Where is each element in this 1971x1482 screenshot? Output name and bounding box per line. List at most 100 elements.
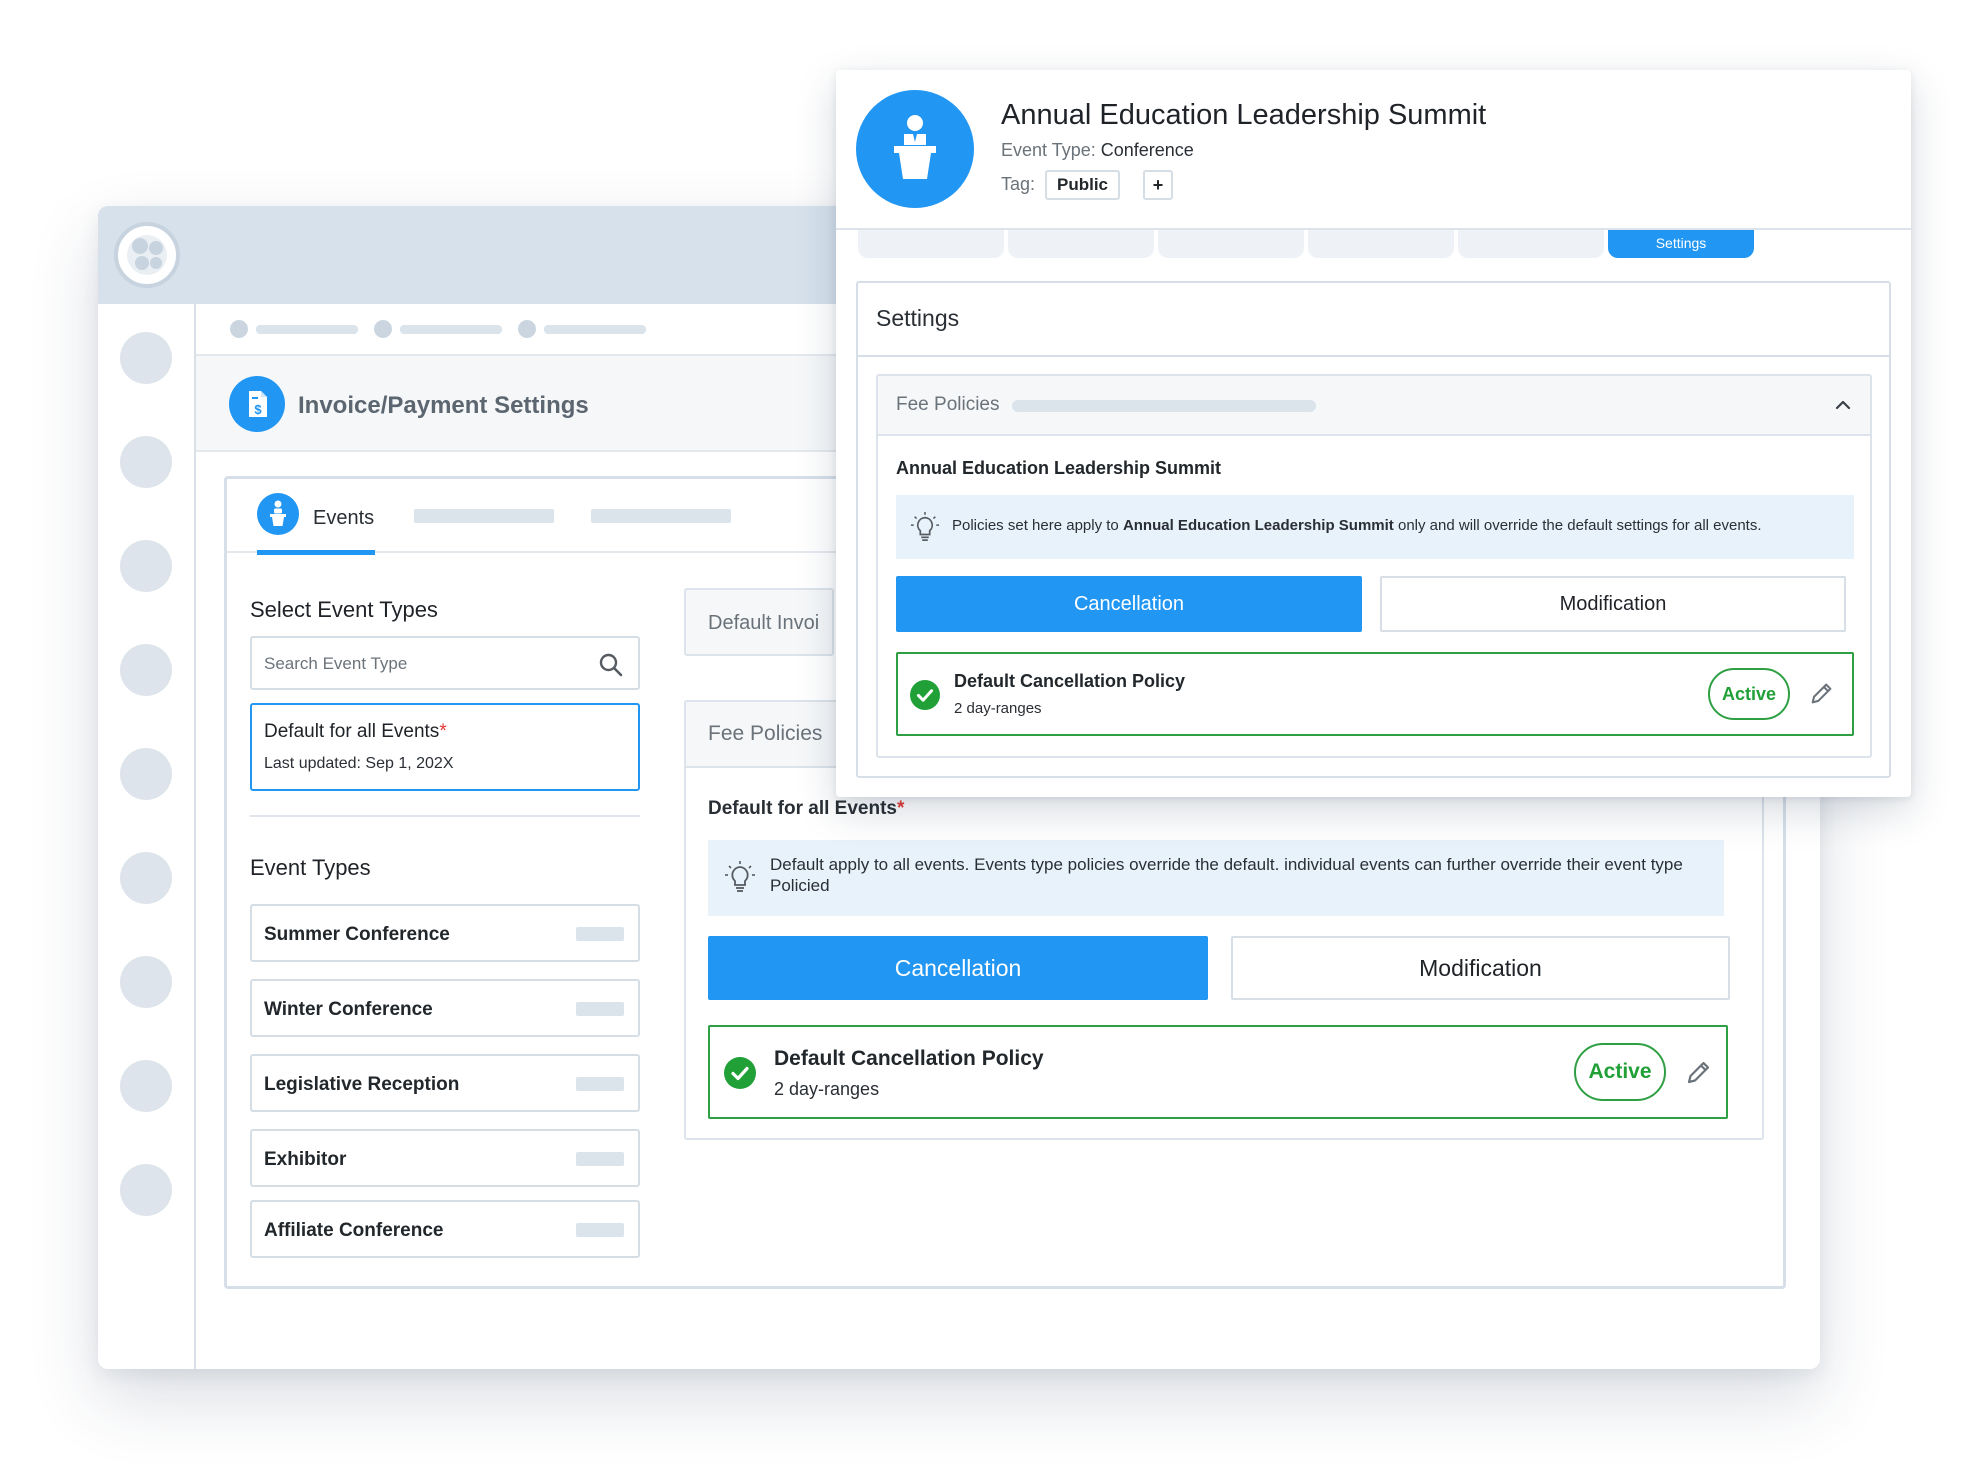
- default-item-title: Default for all Events*: [264, 721, 447, 742]
- sidebar-nav-item[interactable]: [120, 852, 172, 904]
- cancellation-button[interactable]: Cancellation: [708, 936, 1208, 1000]
- event-title: Annual Education Leadership Summit: [1001, 99, 1487, 131]
- search-icon[interactable]: [598, 652, 624, 683]
- policy-title: Default Cancellation Policy: [774, 1047, 1044, 1070]
- divider: [250, 815, 640, 817]
- podium-speaker-icon: [257, 493, 299, 535]
- search-input[interactable]: [264, 650, 584, 678]
- info-banner-text: Default apply to all events. Events type…: [770, 855, 1683, 895]
- edit-pencil-icon[interactable]: [1684, 1057, 1714, 1092]
- tab-placeholder[interactable]: [591, 509, 731, 523]
- info-banner: Policies set here apply to Annual Educat…: [896, 495, 1854, 559]
- breadcrumb-item[interactable]: [400, 325, 502, 334]
- event-type-badge: [576, 1152, 624, 1166]
- modal-tab-placeholder[interactable]: [1458, 230, 1604, 258]
- fee-policies-accordion: Fee Policies Annual Education Leadership…: [876, 374, 1872, 758]
- required-mark: *: [439, 721, 447, 742]
- event-type-label: Exhibitor: [264, 1149, 347, 1170]
- status-badge-active[interactable]: Active: [1574, 1043, 1666, 1101]
- default-for-all-events-item[interactable]: Default for all Events* Last updated: Se…: [250, 703, 640, 791]
- sidebar-nav-item[interactable]: [120, 644, 172, 696]
- breadcrumb-dot: [230, 320, 248, 338]
- select-event-types-heading: Select Event Types: [250, 597, 438, 622]
- required-mark: *: [897, 798, 905, 819]
- breadcrumb-dot: [518, 320, 536, 338]
- event-type-line: Event Type: Conference: [1001, 140, 1194, 161]
- policy-row[interactable]: Default Cancellation Policy 2 day-ranges…: [708, 1025, 1728, 1119]
- event-type-badge: [576, 927, 624, 941]
- event-types-heading: Event Types: [250, 855, 371, 880]
- tab-placeholder[interactable]: [414, 509, 554, 523]
- modification-button[interactable]: Modification: [1380, 576, 1846, 632]
- lightbulb-icon: [910, 511, 940, 548]
- cancellation-button[interactable]: Cancellation: [896, 576, 1362, 632]
- default-invoice-panel-label: Default Invoi: [708, 612, 820, 634]
- event-type-key: Event Type:: [1001, 140, 1096, 160]
- policy-row[interactable]: Default Cancellation Policy 2 day-ranges…: [896, 652, 1854, 736]
- modification-button[interactable]: Modification: [1231, 936, 1730, 1000]
- active-tab-indicator: [257, 550, 375, 555]
- sidebar-nav-item[interactable]: [120, 436, 172, 488]
- policy-title: Default Cancellation Policy: [954, 671, 1186, 691]
- event-type-label: Affiliate Conference: [264, 1220, 444, 1241]
- sidebar-nav-item[interactable]: [120, 748, 172, 800]
- sidebar-nav-item[interactable]: [120, 332, 172, 384]
- fee-policies-subheading: Default for all Events*: [708, 798, 905, 819]
- breadcrumb-item[interactable]: [256, 325, 358, 334]
- invoice-dollar-icon: $: [229, 376, 285, 432]
- check-circle-icon: [910, 680, 940, 710]
- event-type-value: Conference: [1100, 140, 1194, 160]
- settings-title: Settings: [876, 305, 960, 331]
- modal-tab-placeholder[interactable]: [1008, 230, 1154, 258]
- event-settings-modal: Annual Education Leadership Summit Event…: [836, 70, 1911, 797]
- status-badge-active[interactable]: Active: [1708, 668, 1790, 720]
- event-type-item[interactable]: Summer Conference: [250, 904, 640, 962]
- tab-events[interactable]: Events: [257, 493, 375, 555]
- modal-tab-placeholder[interactable]: [1308, 230, 1454, 258]
- add-tag-button[interactable]: +: [1143, 170, 1173, 200]
- sidebar-nav-item[interactable]: [120, 956, 172, 1008]
- policy-subtitle: 2 day-ranges: [774, 1079, 880, 1099]
- fee-policies-subheading: Annual Education Leadership Summit: [896, 458, 1222, 478]
- info-banner: Default apply to all events. Events type…: [708, 840, 1724, 916]
- sidebar-nav-item[interactable]: [120, 1164, 172, 1216]
- last-updated-text: Last updated: Sep 1, 202X: [264, 755, 454, 772]
- event-type-item[interactable]: Affiliate Conference: [250, 1200, 640, 1258]
- event-header: Annual Education Leadership Summit Event…: [836, 70, 1911, 230]
- modal-tab-placeholder[interactable]: [858, 230, 1004, 258]
- breadcrumb-dot: [374, 320, 392, 338]
- fee-policies-accordion-header[interactable]: Fee Policies: [878, 376, 1870, 436]
- event-type-item[interactable]: Exhibitor: [250, 1129, 640, 1187]
- event-type-label: Legislative Reception: [264, 1074, 460, 1095]
- tab-events-label: Events: [313, 507, 375, 529]
- event-type-search: [250, 636, 640, 690]
- edit-pencil-icon[interactable]: [1808, 679, 1836, 712]
- accordion-header-placeholder: [1012, 400, 1316, 412]
- event-type-label: Winter Conference: [264, 999, 433, 1020]
- sidebar-nav-item[interactable]: [120, 1060, 172, 1112]
- breadcrumb-item[interactable]: [544, 325, 646, 334]
- tab-settings[interactable]: Settings: [1608, 230, 1754, 258]
- sidebar: [98, 304, 196, 1369]
- event-type-badge: [576, 1223, 624, 1237]
- event-type-item[interactable]: Legislative Reception: [250, 1054, 640, 1112]
- info-banner-text: Policies set here apply to Annual Educat…: [952, 517, 1762, 534]
- chevron-up-icon[interactable]: [1832, 394, 1854, 421]
- policy-subtitle: 2 day-ranges: [954, 700, 1042, 717]
- event-type-badge: [576, 1077, 624, 1091]
- sidebar-nav-item[interactable]: [120, 540, 172, 592]
- info-event-name: Annual Education Leadership Summit: [1122, 517, 1394, 534]
- tag-key: Tag:: [1001, 174, 1036, 194]
- check-circle-icon: [724, 1057, 756, 1089]
- modal-tab-placeholder[interactable]: [1158, 230, 1304, 258]
- lightbulb-icon: [724, 860, 756, 899]
- fee-policies-title: Fee Policies: [896, 394, 1000, 415]
- svg-text:$: $: [254, 402, 262, 417]
- app-logo[interactable]: [114, 222, 180, 288]
- tag-chip-public[interactable]: Public: [1045, 170, 1121, 200]
- podium-speaker-icon: [856, 90, 974, 208]
- fee-policies-title: Fee Policies: [708, 722, 823, 745]
- event-type-item[interactable]: Winter Conference: [250, 979, 640, 1037]
- divider: [858, 355, 1889, 357]
- event-type-label: Summer Conference: [264, 924, 450, 945]
